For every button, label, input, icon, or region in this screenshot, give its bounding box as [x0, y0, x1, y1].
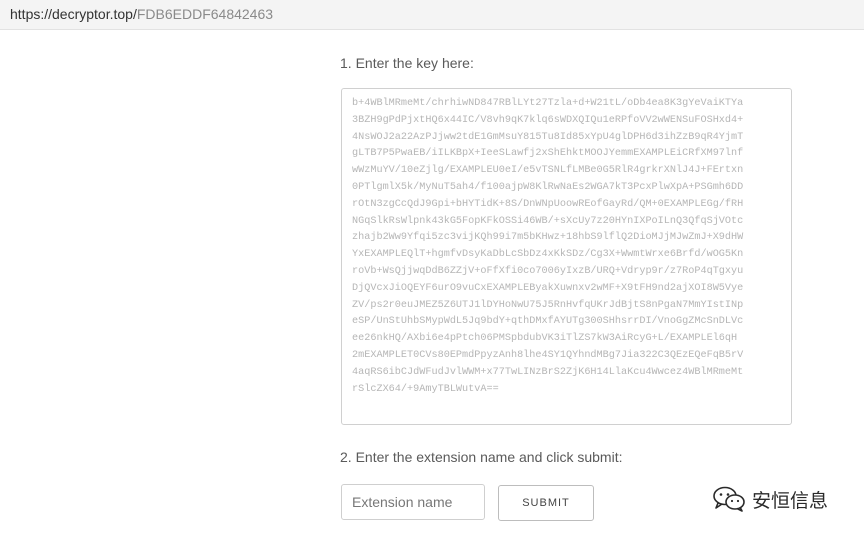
extension-name-input[interactable]: [341, 484, 485, 520]
key-textarea[interactable]: b+4WBlMRmeMt/chrhiwND847RBlLYt27Tzla+d+W…: [341, 88, 792, 425]
watermark-text: 安恒信息: [752, 489, 829, 512]
url-host: https://decryptor.top/: [10, 6, 137, 22]
key-text: b+4WBlMRmeMt/chrhiwND847RBlLYt27Tzla+d+W…: [352, 98, 744, 395]
address-bar[interactable]: https://decryptor.top/FDB6EDDF64842463: [0, 0, 864, 30]
step2-label: 2. Enter the extension name and click su…: [340, 449, 623, 465]
submit-button[interactable]: SUBMIT: [498, 485, 594, 521]
address-url[interactable]: https://decryptor.top/FDB6EDDF64842463: [10, 6, 273, 22]
url-path: FDB6EDDF64842463: [136, 6, 274, 22]
step1-label: 1. Enter the key here:: [340, 55, 474, 71]
wechat-icon: [712, 485, 746, 513]
watermark: 安恒信息: [712, 484, 828, 514]
